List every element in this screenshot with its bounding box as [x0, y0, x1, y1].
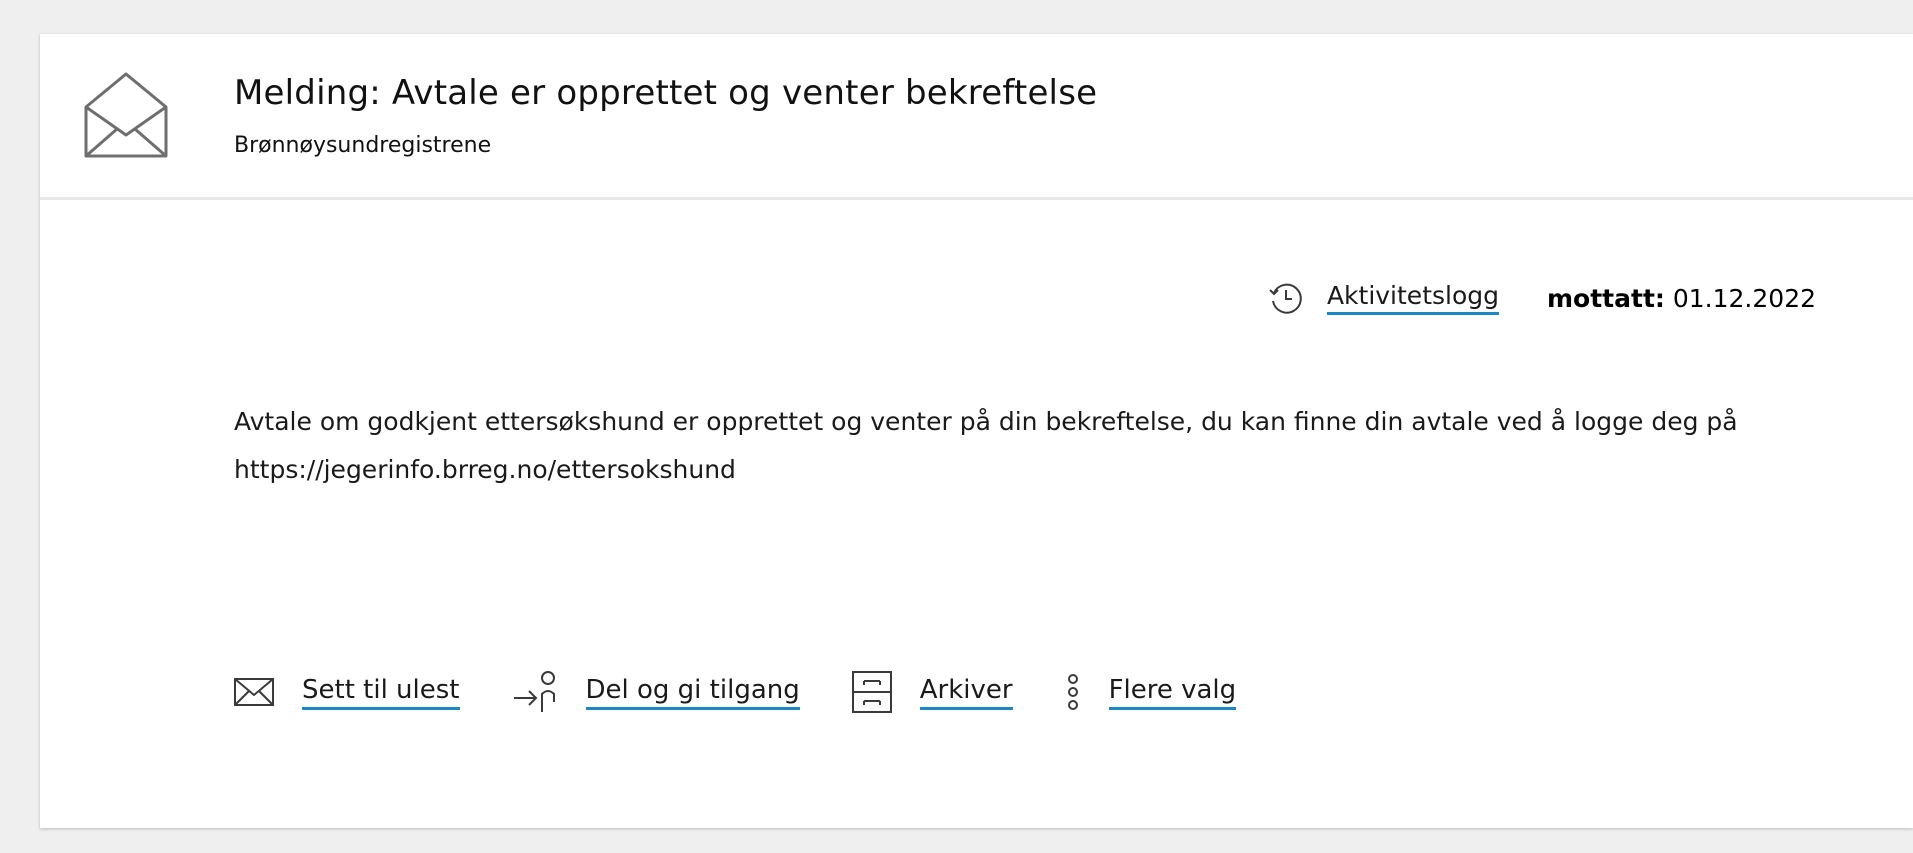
more-options-button[interactable]: Flere valg: [1065, 672, 1237, 712]
message-header: Melding: Avtale er opprettet og venter b…: [40, 34, 1913, 200]
message-meta: Aktivitetslogg mottatt: 01.12.2022: [1267, 279, 1816, 317]
share-label[interactable]: Del og gi tilgang: [585, 675, 800, 710]
message-sender: Brønnøysundregistrene: [234, 133, 492, 158]
share-person-icon: [512, 670, 558, 714]
received-date: mottatt: 01.12.2022: [1547, 284, 1816, 313]
more-options-label[interactable]: Flere valg: [1108, 675, 1237, 710]
activity-log-link[interactable]: Aktivitetslogg: [1326, 281, 1499, 315]
envelope-open-icon: [84, 72, 168, 158]
mark-unread-button[interactable]: Sett til ulest: [234, 675, 460, 710]
archive-button[interactable]: Arkiver: [851, 671, 1013, 713]
message-body: Avtale om godkjent ettersøkshund er oppr…: [234, 407, 1738, 484]
archive-label[interactable]: Arkiver: [919, 675, 1013, 710]
received-label: mottatt:: [1547, 283, 1665, 313]
vertical-dots-icon: [1065, 672, 1081, 712]
action-bar: Sett til ulest Del og gi tilgang Arkiver…: [234, 670, 1288, 714]
message-title: Melding: Avtale er opprettet og venter b…: [234, 73, 1098, 113]
history-clock-icon: [1269, 283, 1302, 314]
archive-drawer-icon: [851, 671, 892, 713]
mark-unread-label[interactable]: Sett til ulest: [302, 675, 460, 710]
message-card: Melding: Avtale er opprettet og venter b…: [40, 34, 1913, 828]
received-value: 01.12.2022: [1672, 283, 1816, 313]
share-button[interactable]: Del og gi tilgang: [512, 670, 800, 714]
envelope-icon: [234, 678, 274, 706]
